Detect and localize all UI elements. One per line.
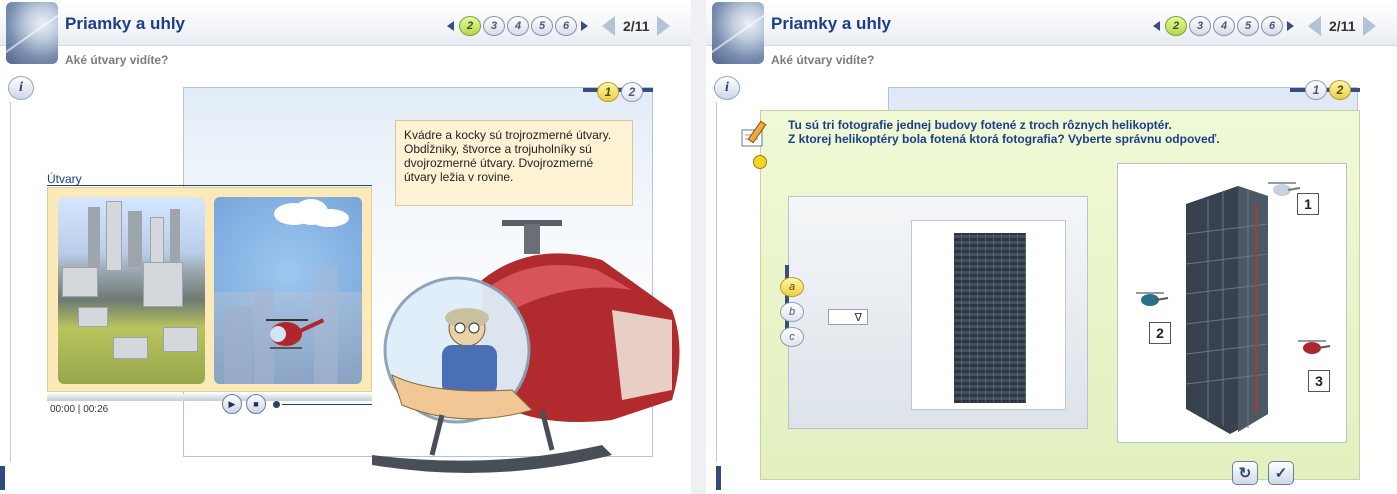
question-line-1: Tu sú tri fotografie jednej budovy foten… (788, 118, 1172, 132)
page-button-6[interactable]: 6 (1261, 16, 1283, 36)
globe-logo-icon (712, 2, 764, 64)
prev-pages-arrow-icon[interactable] (447, 21, 454, 31)
next-pages-arrow-icon[interactable] (581, 21, 588, 31)
panel-gap (691, 0, 706, 494)
slide-subtitle: Aké útvary vidíte? (65, 53, 169, 67)
video-time: 00:00 | 00:26 (50, 404, 109, 415)
pencil-note-icon (741, 120, 767, 147)
smiley-icon (753, 155, 767, 169)
page-button-4[interactable]: 4 (1213, 16, 1235, 36)
helicopter-number-1: 1 (1297, 193, 1319, 215)
check-answer-button[interactable]: ✓ (1268, 461, 1294, 485)
info-icon[interactable]: i (8, 76, 34, 100)
tab-2[interactable]: 2 (621, 82, 643, 102)
tab-1[interactable]: 1 (1305, 80, 1327, 100)
step-marker (0, 466, 5, 490)
helicopter-number-2: 2 (1149, 322, 1171, 344)
play-button[interactable]: ▶ (222, 394, 242, 414)
lesson-title: Priamky a uhly (65, 14, 186, 33)
tab-2[interactable]: 2 (1329, 80, 1351, 100)
slide-tabs: 1 2 (1303, 80, 1351, 100)
dropdown-arrow-icon: ∇ (854, 311, 862, 324)
lesson-title: Priamky a uhly (771, 14, 892, 33)
page-button-5[interactable]: 5 (531, 16, 553, 36)
building-photo (911, 220, 1066, 410)
prev-slide-button[interactable] (1308, 16, 1321, 36)
check-icon: ✓ (1274, 465, 1288, 482)
video-player[interactable] (47, 187, 372, 392)
tab-1[interactable]: 1 (597, 82, 619, 102)
page-button-3[interactable]: 3 (483, 16, 505, 36)
prev-pages-arrow-icon[interactable] (1153, 21, 1160, 31)
info-icon[interactable]: i (714, 76, 740, 100)
video-label: Útvary (47, 172, 82, 186)
option-c[interactable]: c (780, 327, 804, 347)
page-navigation: 2 3 4 5 6 2/11 (447, 14, 671, 38)
sky-helicopter-image (214, 197, 362, 384)
helicopter-pilot-illustration (372, 220, 680, 473)
slide-subtitle: Aké útvary vidíte? (771, 53, 875, 67)
seek-handle[interactable] (273, 401, 280, 408)
page-button-5[interactable]: 5 (1237, 16, 1259, 36)
info-tooltip: Kvádre a kocky sú trojrozmerné útvary. O… (395, 120, 633, 206)
left-rule (716, 102, 717, 462)
video-control-bar (47, 394, 372, 401)
page-button-2[interactable]: 2 (1165, 16, 1187, 36)
helicopter-number-3: 3 (1308, 370, 1330, 392)
page-button-3[interactable]: 3 (1189, 16, 1211, 36)
retry-button[interactable]: ↻ (1232, 461, 1258, 485)
helicopter-diagram-panel: 1 2 3 (1117, 163, 1347, 443)
option-a[interactable]: a (780, 277, 804, 297)
page-button-4[interactable]: 4 (507, 16, 529, 36)
slide-counter: 2/11 (623, 18, 650, 34)
step-marker (716, 466, 721, 490)
helicopter-small-icon (266, 318, 325, 349)
left-slide-panel: Priamky a uhly 2 3 4 5 6 2/11 Aké útvary… (0, 0, 691, 494)
city-3d-image (58, 197, 205, 384)
play-icon: ▶ (228, 398, 236, 409)
option-b[interactable]: b (780, 302, 804, 322)
question-text: Tu sú tri fotografie jednej budovy foten… (788, 118, 1220, 146)
question-line-2: Z ktorej helikoptéry bola fotená ktorá f… (788, 132, 1220, 146)
next-slide-button[interactable] (1363, 16, 1377, 36)
replay-icon: ↻ (1238, 465, 1252, 482)
next-pages-arrow-icon[interactable] (1287, 21, 1294, 31)
page-navigation: 2 3 4 5 6 2/11 (1153, 14, 1377, 38)
page-button-2[interactable]: 2 (459, 16, 481, 36)
answer-dropdown[interactable]: ∇ (828, 309, 868, 325)
stop-button[interactable]: ■ (246, 394, 266, 414)
prev-slide-button[interactable] (602, 16, 615, 36)
slide-tabs: 1 2 (595, 82, 643, 102)
video-label-rule (47, 185, 372, 186)
stop-icon: ■ (253, 399, 259, 409)
left-rule (10, 102, 11, 462)
page-button-6[interactable]: 6 (555, 16, 577, 36)
seek-track[interactable] (282, 404, 372, 405)
globe-logo-icon (6, 2, 58, 64)
slide-counter: 2/11 (1329, 18, 1356, 34)
next-slide-button[interactable] (657, 16, 671, 36)
